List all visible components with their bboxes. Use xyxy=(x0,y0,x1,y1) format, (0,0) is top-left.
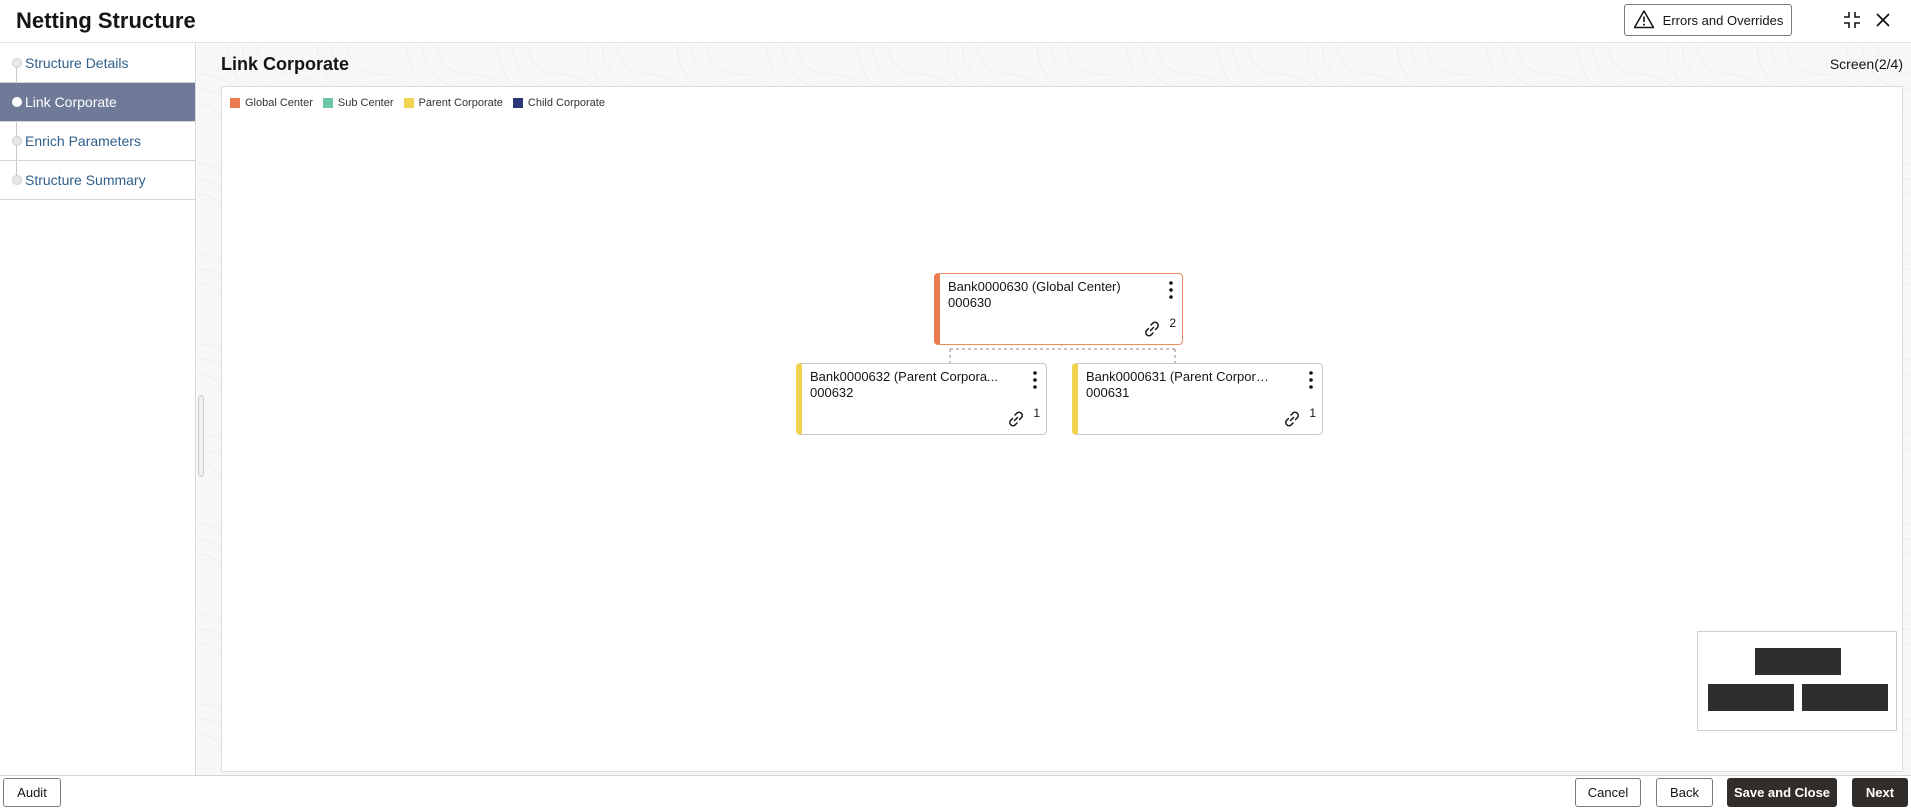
hierarchy-canvas[interactable]: Global Center Sub Center Parent Corporat… xyxy=(221,86,1903,772)
step-label: Enrich Parameters xyxy=(25,133,141,149)
header-bar: Netting Structure Errors and Overrides xyxy=(0,0,1911,43)
page-title: Netting Structure xyxy=(16,8,196,33)
errors-and-overrides-button[interactable]: Errors and Overrides xyxy=(1624,4,1792,36)
step-indicator-icon xyxy=(12,58,22,68)
step-indicator-icon xyxy=(12,97,22,107)
link-count: 1 xyxy=(1033,406,1040,420)
back-button[interactable]: Back xyxy=(1656,778,1713,807)
app-window: Netting Structure Errors and Overrides S… xyxy=(0,0,1911,808)
next-button[interactable]: Next xyxy=(1852,778,1908,807)
node-code: 000632 xyxy=(810,385,854,400)
minimap-node xyxy=(1708,684,1794,711)
node-title: Bank0000632 (Parent Corpora... xyxy=(810,369,998,384)
step-structure-details[interactable]: Structure Details xyxy=(0,44,195,83)
step-label: Structure Details xyxy=(25,55,129,71)
step-link-corporate[interactable]: Link Corporate xyxy=(0,83,195,122)
warning-icon xyxy=(1633,9,1655,32)
step-indicator-icon xyxy=(12,175,22,185)
collapse-icon[interactable] xyxy=(1840,8,1864,32)
link-icon[interactable] xyxy=(1006,409,1026,429)
more-options-icon[interactable] xyxy=(1030,370,1040,390)
cancel-button[interactable]: Cancel xyxy=(1575,778,1641,807)
step-label: Link Corporate xyxy=(25,94,117,110)
screen-indicator: Screen(2/4) xyxy=(1829,56,1903,72)
node-global-center[interactable]: Bank0000630 (Global Center) 000630 2 xyxy=(934,273,1183,345)
main-content: Link Corporate Screen(2/4) Global Center… xyxy=(197,44,1911,775)
save-and-close-button[interactable]: Save and Close xyxy=(1727,778,1837,807)
minimap-node xyxy=(1755,648,1841,675)
step-label: Structure Summary xyxy=(25,172,146,188)
link-icon[interactable] xyxy=(1142,319,1162,339)
errors-and-overrides-label: Errors and Overrides xyxy=(1662,12,1784,28)
audit-button[interactable]: Audit xyxy=(3,778,61,807)
step-enrich-parameters[interactable]: Enrich Parameters xyxy=(0,122,195,161)
link-count: 1 xyxy=(1309,406,1316,420)
more-options-icon[interactable] xyxy=(1166,280,1176,300)
minimap-node xyxy=(1802,684,1888,711)
close-icon[interactable] xyxy=(1871,8,1895,32)
node-parent-corporate[interactable]: Bank0000632 (Parent Corpora... 000632 1 xyxy=(796,363,1047,435)
node-code: 000631 xyxy=(1086,385,1130,400)
step-navigation: Structure Details Link Corporate Enrich … xyxy=(0,44,196,775)
link-count: 2 xyxy=(1169,316,1176,330)
minimap[interactable] xyxy=(1697,631,1897,731)
more-options-icon[interactable] xyxy=(1306,370,1316,390)
node-connector-lines xyxy=(949,337,1176,363)
panel-resize-handle[interactable] xyxy=(198,395,204,477)
node-title: Bank0000630 (Global Center) xyxy=(948,279,1121,294)
section-title: Link Corporate xyxy=(221,54,350,74)
node-title: Bank0000631 (Parent Corporate) xyxy=(1086,369,1276,384)
link-icon[interactable] xyxy=(1282,409,1302,429)
node-code: 000630 xyxy=(948,295,992,310)
node-parent-corporate[interactable]: Bank0000631 (Parent Corporate) 000631 1 xyxy=(1072,363,1323,435)
step-indicator-icon xyxy=(12,136,22,146)
step-structure-summary[interactable]: Structure Summary xyxy=(0,161,195,200)
footer-bar: Audit Cancel Back Save and Close Next xyxy=(0,775,1911,808)
